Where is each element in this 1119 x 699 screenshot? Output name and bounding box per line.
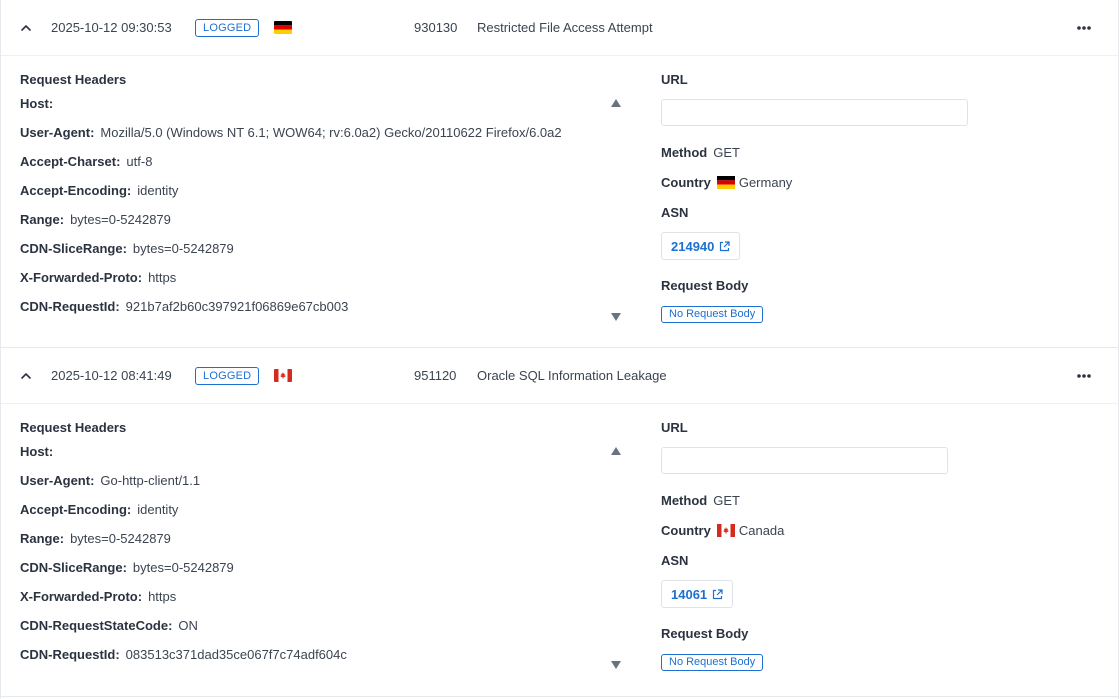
germany-flag-icon xyxy=(274,21,292,34)
request-body-badge: No Request Body xyxy=(661,654,764,671)
url-field[interactable] xyxy=(661,447,948,474)
chevron-up-icon[interactable] xyxy=(19,369,33,383)
header-list: Host: User-Agent: Go-http-client/1.1 Acce… xyxy=(20,444,603,676)
event-body: Request Headers Host: User-Agent: Go-http… xyxy=(1,404,1118,695)
request-body-label: Request Body xyxy=(661,626,749,641)
rule-id: 930130 xyxy=(414,20,458,35)
rule-name: Oracle SQL Information Leakage xyxy=(477,368,667,383)
asn-value: 214940 xyxy=(671,238,715,254)
event-card: 2025-10-12 08:41:49 LOGGED 951120 Oracle… xyxy=(1,348,1118,697)
canada-flag-icon xyxy=(274,369,292,382)
event-header[interactable]: 2025-10-12 09:30:53 LOGGED 930130 Restri… xyxy=(1,0,1118,56)
header-row: CDN-SliceRange: bytes=0-5242879 xyxy=(20,241,234,256)
method-value: GET xyxy=(713,493,740,508)
chevron-up-icon[interactable] xyxy=(19,21,33,35)
asn-label: ASN xyxy=(661,553,689,568)
status-badge: LOGGED xyxy=(195,366,260,385)
canada-flag-icon xyxy=(716,524,735,537)
method-value: GET xyxy=(713,145,740,160)
request-headers-panel[interactable]: Request Headers Host: User-Agent: Mozilla… xyxy=(1,56,623,346)
country-value: Canada xyxy=(738,523,785,538)
rule-id: 951120 xyxy=(414,368,457,383)
request-body-badge: No Request Body xyxy=(661,306,764,323)
event-timestamp: 2025-10-12 08:41:49 xyxy=(51,368,172,383)
more-options-icon[interactable] xyxy=(1076,25,1092,31)
header-row: User-Agent: Go-http-client/1.1 xyxy=(20,473,201,488)
url-label: URL xyxy=(661,420,688,435)
request-headers-title: Request Headers xyxy=(20,420,127,435)
request-headers-title: Request Headers xyxy=(20,72,127,87)
country-field: Country Germany xyxy=(661,175,792,190)
url-label: URL xyxy=(661,72,688,87)
event-header[interactable]: 2025-10-12 08:41:49 LOGGED 951120 Oracle… xyxy=(1,348,1118,404)
scroll-up-arrow-icon[interactable] xyxy=(611,447,621,455)
header-row: CDN-RequestId: 083513c371dad35ce067f7c74a… xyxy=(20,647,347,662)
event-log: 2025-10-12 09:30:53 LOGGED 930130 Restri… xyxy=(0,0,1119,699)
country-label: Country xyxy=(661,175,711,190)
country-field: Country Canada xyxy=(661,523,784,538)
method-label: Method xyxy=(661,493,708,508)
event-card: 2025-10-12 09:30:53 LOGGED 930130 Restri… xyxy=(1,0,1118,348)
header-row: Host: xyxy=(20,96,54,111)
rule-name: Restricted File Access Attempt xyxy=(477,20,653,35)
country-value: Germany xyxy=(738,175,793,190)
scroll-down-arrow-icon[interactable] xyxy=(611,661,621,669)
scroll-up-arrow-icon[interactable] xyxy=(611,99,621,107)
header-row: Accept-Encoding: identity xyxy=(20,183,179,198)
header-row: CDN-SliceRange: bytes=0-5242879 xyxy=(20,560,234,575)
header-row: Host: xyxy=(20,444,54,459)
header-row: Accept-Encoding: identity xyxy=(20,502,179,517)
country-label: Country xyxy=(661,523,711,538)
asn-label: ASN xyxy=(661,205,689,220)
method-label: Method xyxy=(661,145,708,160)
header-row: CDN-RequestId: 921b7af2b60c397921f06869e6… xyxy=(20,299,349,314)
external-link-icon xyxy=(712,588,723,600)
asn-value: 14061 xyxy=(671,586,708,602)
header-row: Accept-Charset: utf-8 xyxy=(20,154,153,169)
header-row: Range: bytes=0-5242879 xyxy=(20,531,171,546)
request-body-label: Request Body xyxy=(661,278,749,293)
header-row: X-Forwarded-Proto: https xyxy=(20,589,177,604)
external-link-icon xyxy=(719,240,730,252)
header-row: CDN-RequestStateCode: ON xyxy=(20,618,198,633)
method-field: Method GET xyxy=(661,145,740,160)
url-field[interactable] xyxy=(661,99,968,126)
more-options-icon[interactable] xyxy=(1076,373,1092,379)
header-row: Range: bytes=0-5242879 xyxy=(20,212,171,227)
method-field: Method GET xyxy=(661,493,740,508)
request-headers-panel[interactable]: Request Headers Host: User-Agent: Go-http… xyxy=(1,404,623,695)
asn-link-button[interactable]: 214940 xyxy=(661,232,741,260)
event-timestamp: 2025-10-12 09:30:53 xyxy=(51,20,172,35)
header-row: User-Agent: Mozilla/5.0 (Windows NT 6.1; … xyxy=(20,125,562,140)
event-body: Request Headers Host: User-Agent: Mozilla… xyxy=(1,56,1118,346)
header-list: Host: User-Agent: Mozilla/5.0 (Windows NT… xyxy=(20,96,603,328)
status-badge: LOGGED xyxy=(195,18,260,37)
header-row: X-Forwarded-Proto: https xyxy=(20,270,177,285)
germany-flag-icon xyxy=(716,176,735,189)
asn-link-button[interactable]: 14061 xyxy=(661,580,734,608)
scroll-down-arrow-icon[interactable] xyxy=(611,313,621,321)
